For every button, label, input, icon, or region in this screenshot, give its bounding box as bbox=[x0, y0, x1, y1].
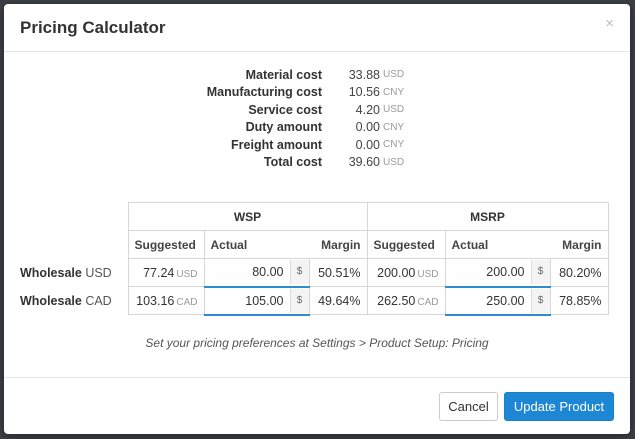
row-label-text: Wholesale bbox=[20, 293, 82, 308]
subheader-margin: Margin bbox=[550, 230, 609, 259]
group-header-wsp: WSP bbox=[127, 202, 368, 231]
cost-value: 33.88 bbox=[348, 67, 380, 82]
cost-currency: USD bbox=[383, 156, 405, 168]
wsp-actual-cell: $ bbox=[203, 286, 310, 316]
subheader-suggested: Suggested bbox=[127, 230, 205, 259]
cancel-button[interactable]: Cancel bbox=[439, 392, 498, 421]
dollar-addon: $ bbox=[530, 260, 550, 285]
cost-label: Service cost bbox=[248, 102, 322, 117]
group-header-msrp: MSRP bbox=[366, 202, 609, 231]
subheader-margin: Margin bbox=[309, 230, 368, 259]
wsp-suggested-cell: 103.16 CAD bbox=[127, 286, 205, 315]
cost-row-total: Total cost 39.60 USD bbox=[154, 154, 454, 172]
blank-corner bbox=[16, 203, 128, 231]
dollar-addon: $ bbox=[289, 260, 309, 285]
wsp-suggested-value: 77.24 bbox=[143, 265, 175, 280]
update-product-button[interactable]: Update Product bbox=[504, 392, 614, 421]
msrp-suggested-cell: 200.00 USD bbox=[366, 258, 446, 287]
wsp-suggested-currency: USD bbox=[176, 268, 198, 280]
cost-value: 10.56 bbox=[348, 85, 380, 100]
row-label-text: Wholesale bbox=[20, 265, 82, 280]
cost-row-freight: Freight amount 0.00 CNY bbox=[154, 136, 454, 154]
msrp-suggested-currency: USD bbox=[417, 268, 439, 280]
wsp-suggested-currency: CAD bbox=[176, 296, 198, 308]
cost-summary: Material cost 33.88 USD Manufacturing co… bbox=[154, 66, 454, 171]
cost-currency: CNY bbox=[383, 86, 405, 98]
msrp-suggested-value: 262.50 bbox=[377, 293, 416, 308]
modal-footer: Cancel Update Product bbox=[4, 377, 630, 434]
msrp-margin-value: 80.20% bbox=[549, 258, 609, 287]
wsp-suggested-value: 103.16 bbox=[136, 293, 175, 308]
cost-label: Manufacturing cost bbox=[206, 85, 322, 100]
close-icon[interactable]: × bbox=[605, 15, 614, 32]
msrp-margin-value: 78.85% bbox=[549, 286, 609, 315]
msrp-actual-cell: $ bbox=[444, 258, 551, 288]
wsp-actual-input[interactable] bbox=[204, 289, 290, 312]
wsp-margin-value: 49.64% bbox=[308, 286, 368, 315]
modal-header: Pricing Calculator × bbox=[4, 4, 630, 52]
cost-row-service: Service cost 4.20 USD bbox=[154, 101, 454, 119]
msrp-actual-cell: $ bbox=[444, 286, 551, 316]
cost-currency: CNY bbox=[383, 139, 405, 151]
row-label-currency: USD bbox=[85, 265, 112, 280]
table-row: Wholesale CAD 103.16CAD $ 49.64% 262.50C… bbox=[16, 286, 609, 316]
blank-corner bbox=[16, 231, 128, 259]
dollar-addon: $ bbox=[289, 288, 309, 313]
pricing-preferences-hint: Set your pricing preferences at Settings… bbox=[145, 336, 489, 350]
cost-row-material: Material cost 33.88 USD bbox=[154, 66, 454, 84]
msrp-actual-input[interactable] bbox=[445, 261, 531, 284]
modal-title: Pricing Calculator bbox=[20, 18, 166, 37]
wsp-margin-value: 50.51% bbox=[308, 258, 368, 287]
msrp-suggested-value: 200.00 bbox=[377, 265, 416, 280]
row-label-currency: CAD bbox=[85, 293, 112, 308]
cost-currency: CNY bbox=[383, 121, 405, 133]
cost-label: Duty amount bbox=[245, 120, 322, 135]
cost-value: 39.60 bbox=[348, 155, 380, 170]
subheader-suggested: Suggested bbox=[366, 230, 446, 259]
cost-row-duty: Duty amount 0.00 CNY bbox=[154, 119, 454, 137]
subheader-actual: Actual bbox=[451, 237, 489, 252]
wsp-suggested-cell: 77.24 USD bbox=[127, 258, 205, 287]
cost-label: Freight amount bbox=[231, 137, 322, 152]
pricing-table: WSP MSRP Suggested Actual Margin Suggest… bbox=[16, 202, 609, 316]
cost-currency: USD bbox=[383, 69, 405, 81]
msrp-suggested-cell: 262.50 CAD bbox=[366, 286, 446, 315]
cost-row-manufacturing: Manufacturing cost 10.56 CNY bbox=[154, 84, 454, 102]
msrp-suggested-currency: CAD bbox=[417, 296, 439, 308]
cost-value: 0.00 bbox=[355, 137, 380, 152]
msrp-actual-input[interactable] bbox=[445, 289, 531, 312]
row-label: Wholesale USD bbox=[16, 259, 128, 287]
row-label: Wholesale CAD bbox=[16, 287, 128, 315]
table-row: Wholesale USD 77.24USD $ 50.51% 200.00US… bbox=[16, 258, 609, 288]
subheader-actual: Actual bbox=[210, 237, 248, 252]
wsp-actual-cell: $ bbox=[203, 258, 310, 288]
cost-label: Material cost bbox=[245, 67, 322, 82]
dollar-addon: $ bbox=[530, 288, 550, 313]
wsp-actual-input[interactable] bbox=[204, 261, 290, 284]
cost-currency: USD bbox=[383, 104, 405, 116]
cost-label: Total cost bbox=[263, 155, 322, 170]
cost-value: 4.20 bbox=[355, 102, 380, 117]
cost-value: 0.00 bbox=[355, 120, 380, 135]
pricing-calculator-modal: Pricing Calculator × Material cost 33.88… bbox=[4, 4, 630, 434]
